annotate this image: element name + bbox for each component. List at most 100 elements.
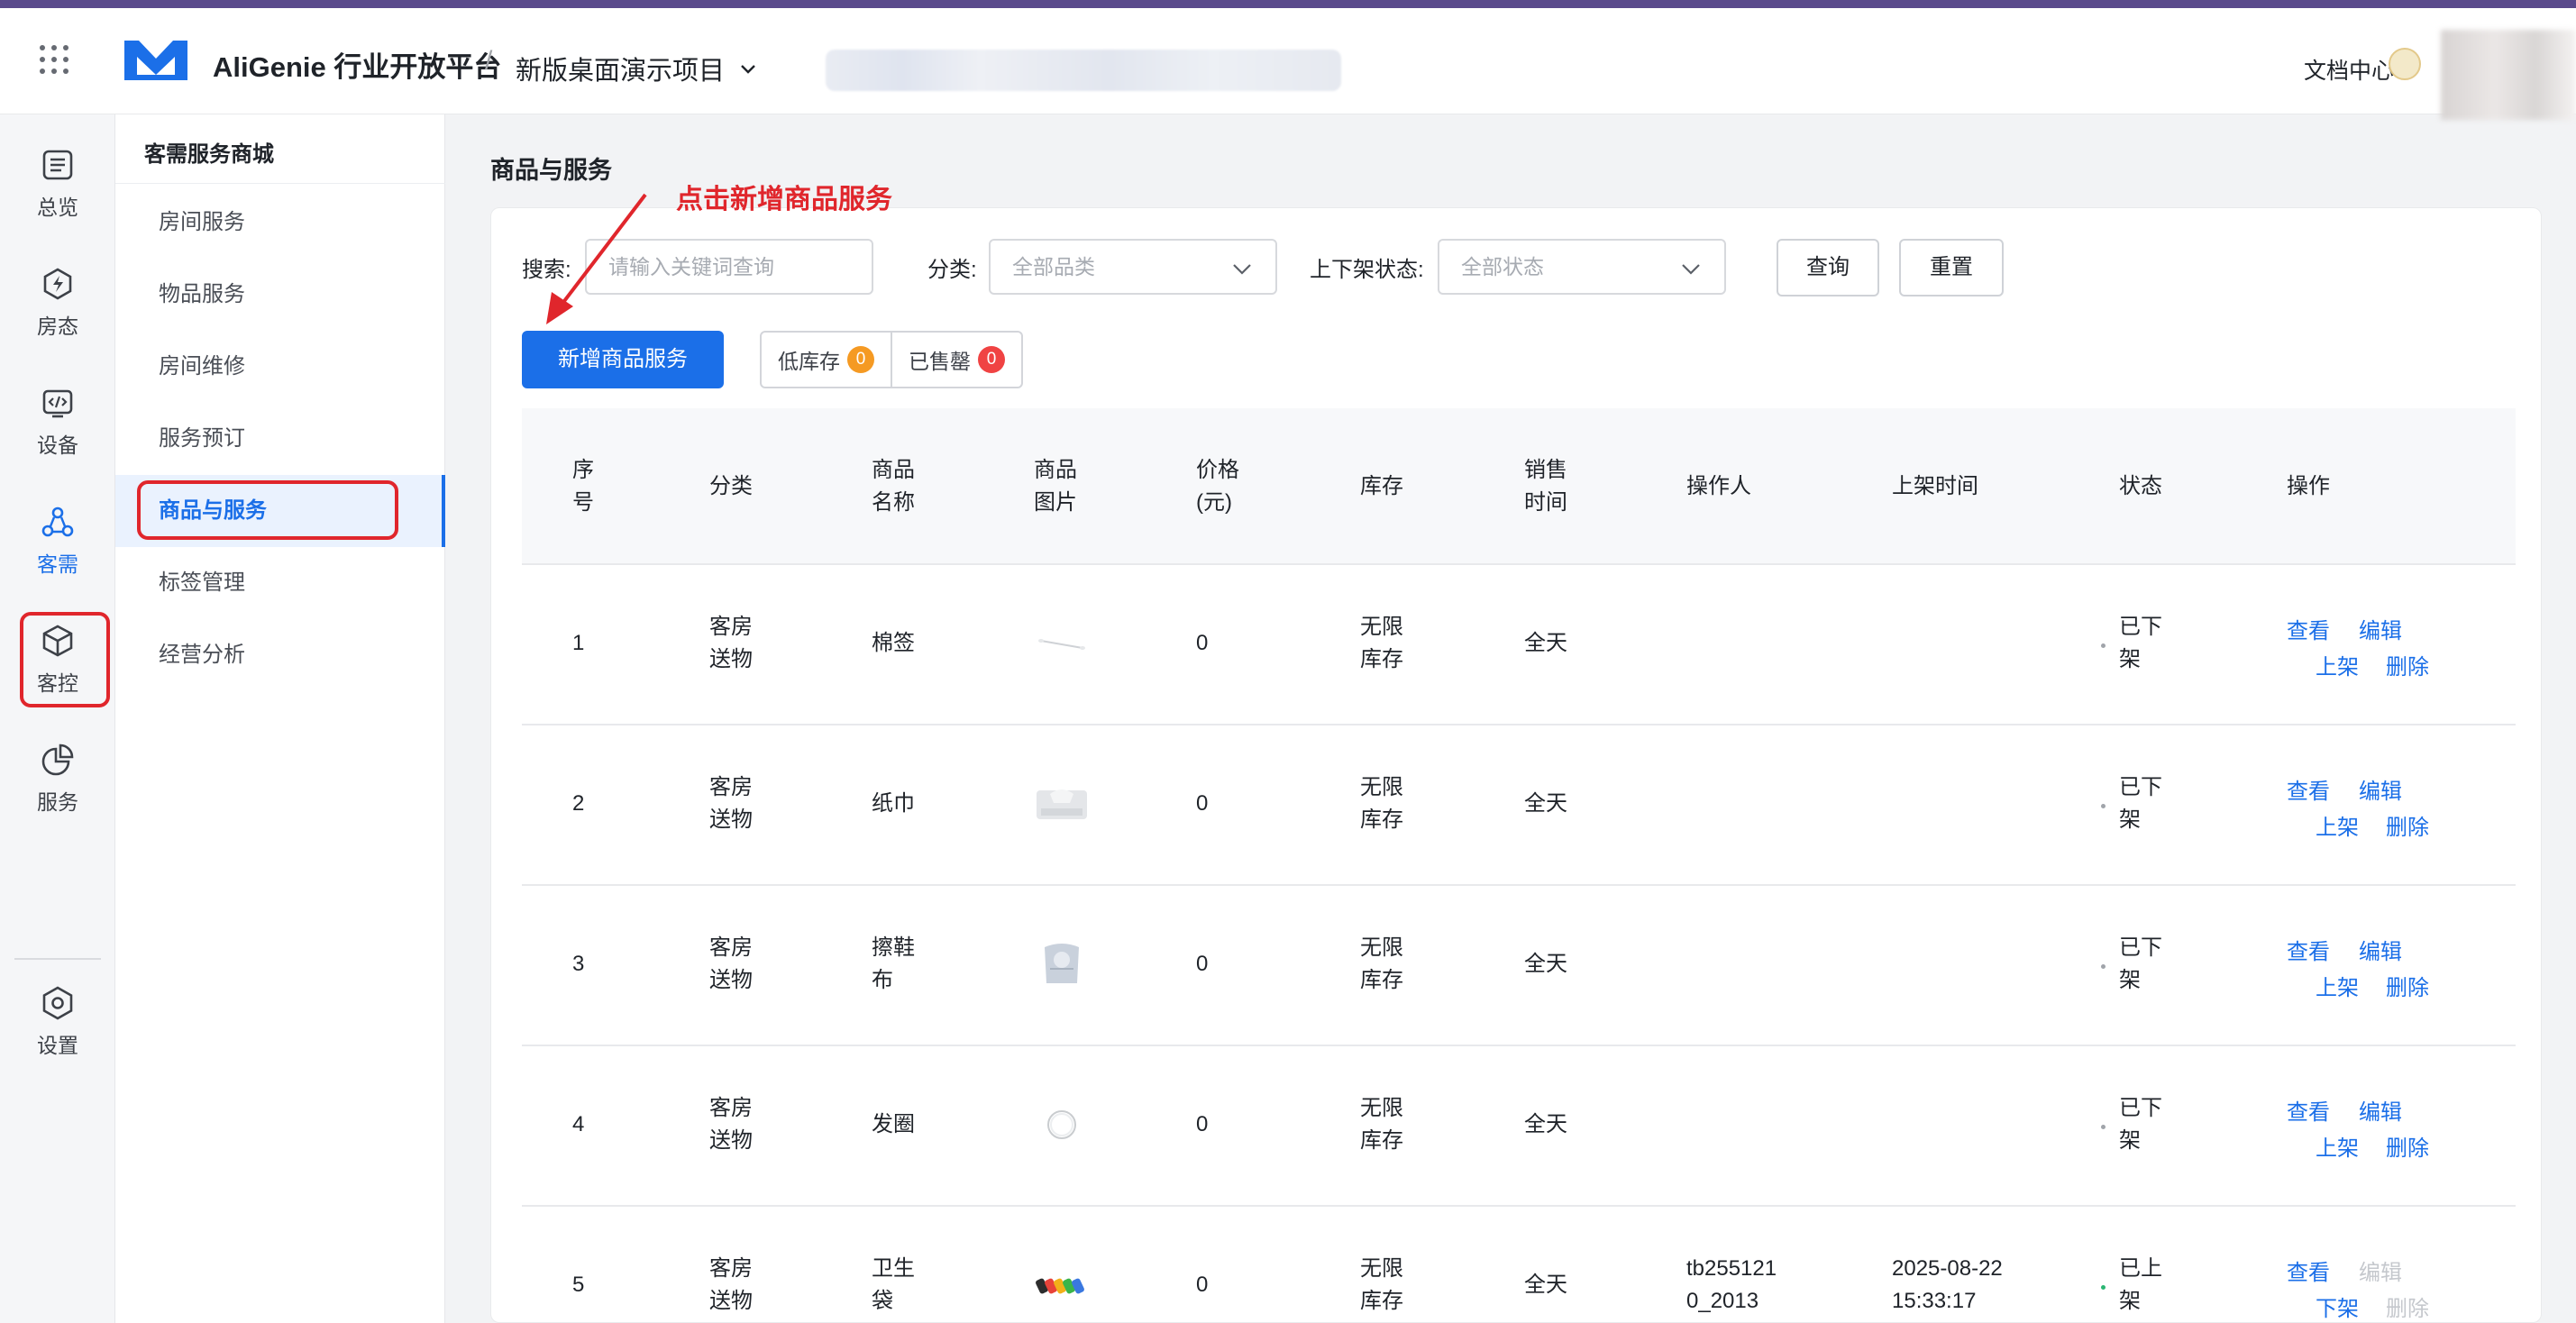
blurred-info-bar <box>826 50 1341 91</box>
tissue-thumb[interactable] <box>1034 781 1090 826</box>
add-goods-service-button[interactable]: 新增商品服务 <box>522 331 724 388</box>
table-row: 1 客房 送物 棉签 0 无限 库存 全天 已下架 查看 编辑 上架 删除 <box>522 565 2516 725</box>
subnav-item-item-service[interactable]: 物品服务 <box>115 259 445 331</box>
rail-item-label: 设备 <box>37 433 78 457</box>
low-stock-count-badge: 0 <box>847 346 874 373</box>
sanitary-bag-thumb[interactable] <box>1034 1263 1090 1308</box>
view-link[interactable]: 查看 <box>2287 1255 2330 1286</box>
cotton-swab-thumb[interactable] <box>1034 621 1090 666</box>
cell-price: 0 <box>1196 631 1209 655</box>
delete-link[interactable]: 删除 <box>2386 809 2429 841</box>
edit-link[interactable]: 编辑 <box>2359 773 2402 805</box>
delete-link[interactable]: 删除 <box>2386 1291 2429 1322</box>
shoe-cloth-thumb[interactable] <box>1034 942 1090 987</box>
header-category: 分类 <box>709 474 753 498</box>
subnav-item-tag-management[interactable]: 标签管理 <box>115 547 445 619</box>
table-row: 4 客房 送物 发圈 0 无限 库存 全天 已下架 查看 编辑 上架 删除 <box>522 1046 2516 1207</box>
pie-icon <box>41 744 74 776</box>
table-row: 5 客房 送物 卫生袋 0 无限 库存 全天 tb255121 0_2013 2025-08-22 1… <box>522 1207 2516 1322</box>
view-link[interactable]: 查看 <box>2287 613 2330 644</box>
cell-name: 卫生袋 <box>872 1256 915 1313</box>
toggle-listing-link[interactable]: 上架 <box>2316 1130 2359 1162</box>
view-link[interactable]: 查看 <box>2287 773 2330 805</box>
list-icon <box>42 150 73 180</box>
blurred-user-info <box>2441 30 2576 120</box>
header-price: 价格 (元) <box>1196 458 1239 515</box>
platform-brand[interactable]: AliGenie 行业开放平台 <box>213 44 501 85</box>
query-button[interactable]: 查询 <box>1777 239 1879 297</box>
project-name: 新版桌面演示项目 <box>516 57 726 86</box>
cell-sale-time: 全天 <box>1524 631 1567 655</box>
subnav-item-business-analysis[interactable]: 经营分析 <box>115 619 445 691</box>
cell-name: 发圈 <box>872 1112 915 1136</box>
low-stock-filter[interactable]: 低库存 0 <box>762 333 892 387</box>
edit-link[interactable]: 编辑 <box>2359 1094 2402 1126</box>
cell-stock: 无限 库存 <box>1360 1256 1403 1313</box>
subnav-item-room-service[interactable]: 房间服务 <box>115 187 445 259</box>
view-link[interactable]: 查看 <box>2287 1094 2330 1126</box>
app-grid-icon[interactable] <box>40 45 70 76</box>
cell-price: 0 <box>1196 791 1209 816</box>
cell-status: 已下架 <box>2119 1096 2162 1153</box>
aligenie-logo-icon[interactable] <box>121 35 191 86</box>
cell-name: 棉签 <box>872 631 915 655</box>
table-row: 3 客房 送物 擦鞋布 0 无限 库存 全天 已下架 查看 编辑 上架 删除 <box>522 886 2516 1046</box>
cell-seq: 3 <box>572 952 585 976</box>
subnav-title: 客需服务商城 <box>144 142 274 167</box>
cell-seq: 1 <box>572 631 585 655</box>
status-select[interactable]: 全部状态 <box>1438 239 1726 295</box>
status-dot <box>2101 643 2106 648</box>
subnav-item-service-booking[interactable]: 服务预订 <box>115 403 445 475</box>
code-icon <box>42 389 73 418</box>
rail-item-services[interactable]: 服务 <box>0 729 115 828</box>
delete-link[interactable]: 删除 <box>2386 649 2429 680</box>
cell-stock: 无限 库存 <box>1360 775 1403 832</box>
edit-link[interactable]: 编辑 <box>2359 934 2402 965</box>
toggle-listing-link[interactable]: 上架 <box>2316 970 2359 1001</box>
user-avatar[interactable] <box>2389 48 2421 80</box>
cell-price: 0 <box>1196 952 1209 976</box>
rail-item-overview[interactable]: 总览 <box>0 134 115 233</box>
doc-center-link[interactable]: 文档中心 <box>2304 53 2394 86</box>
cell-seq: 2 <box>572 791 585 816</box>
hair-tie-thumb[interactable] <box>1034 1102 1090 1147</box>
annotation-arrow-icon <box>546 193 647 324</box>
toggle-listing-link[interactable]: 上架 <box>2316 809 2359 841</box>
header-list-time: 上架时间 <box>1892 474 1978 498</box>
cell-category: 客房 送物 <box>709 1256 753 1313</box>
page-title: 商品与服务 <box>490 157 612 184</box>
view-link[interactable]: 查看 <box>2287 934 2330 965</box>
toggle-listing-link[interactable]: 上架 <box>2316 649 2359 680</box>
edit-link[interactable]: 编辑 <box>2359 1255 2402 1286</box>
rail-item-room-status[interactable]: 房态 <box>0 253 115 352</box>
delete-link[interactable]: 删除 <box>2386 1130 2429 1162</box>
toggle-listing-link[interactable]: 下架 <box>2316 1291 2359 1322</box>
secondary-sidebar: 客需服务商城 房间服务 物品服务 房间维修 服务预订 商品与服务 标签管理 经营… <box>115 114 445 1323</box>
cell-seq: 5 <box>572 1273 585 1297</box>
cell-status: 已下架 <box>2119 775 2162 832</box>
table-row: 2 客房 送物 纸巾 0 无限 库存 全天 已下架 查看 编辑 上架 删除 <box>522 725 2516 886</box>
status-dot <box>2101 804 2106 808</box>
rail-item-label: 设置 <box>37 1034 78 1057</box>
delete-link[interactable]: 删除 <box>2386 970 2429 1001</box>
status-dot <box>2101 1285 2106 1290</box>
sold-out-count-badge: 0 <box>978 346 1005 373</box>
hexagon-gear-icon <box>42 986 73 1020</box>
category-select[interactable]: 全部品类 <box>989 239 1277 295</box>
rail-item-guest-needs[interactable]: 客需 <box>0 491 115 590</box>
rail-item-settings[interactable]: 设置 <box>0 972 115 1072</box>
rail-item-devices[interactable]: 设备 <box>0 372 115 471</box>
cell-status: 已下架 <box>2119 615 2162 671</box>
rail-item-label: 服务 <box>37 790 78 814</box>
category-label: 分类: <box>927 258 977 282</box>
subnav-item-room-repair[interactable]: 房间维修 <box>115 331 445 403</box>
cell-category: 客房 送物 <box>709 1096 753 1153</box>
reset-button[interactable]: 重置 <box>1899 239 2004 297</box>
sold-out-filter[interactable]: 已售罄 0 <box>892 333 1021 387</box>
cell-status: 已下架 <box>2119 935 2162 992</box>
cell-category: 客房 送物 <box>709 935 753 992</box>
top-header: AliGenie 行业开放平台 / 新版桌面演示项目 文档中心 <box>0 8 2576 120</box>
project-selector[interactable]: 新版桌面演示项目 <box>516 50 757 87</box>
header-seq: 序号 <box>572 458 594 515</box>
edit-link[interactable]: 编辑 <box>2359 613 2402 644</box>
